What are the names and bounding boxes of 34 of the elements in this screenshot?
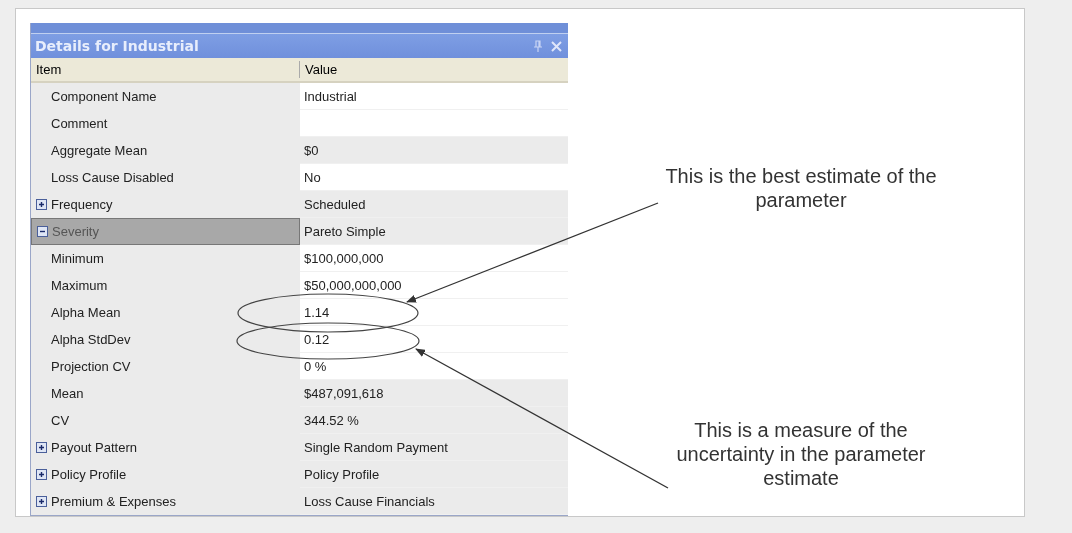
property-name[interactable]: Alpha StdDev [31, 326, 300, 353]
annotation-text: This is a measure of the uncertainty in the parameter estimate [675, 418, 927, 490]
property-name[interactable]: Alpha Mean [31, 299, 300, 326]
property-name[interactable]: Payout Pattern [31, 434, 300, 461]
property-value[interactable]: Single Random Payment [300, 434, 568, 461]
property-value[interactable]: 344.52 % [300, 407, 568, 434]
property-name[interactable]: Premium & Expenses [31, 488, 300, 515]
property-value[interactable]: Loss Cause Financials [300, 488, 568, 515]
property-value[interactable]: Scheduled [300, 191, 568, 218]
property-value[interactable]: $487,091,618 [300, 380, 568, 407]
property-name[interactable]: Component Name [31, 83, 300, 110]
property-name[interactable]: Loss Cause Disabled [31, 164, 300, 191]
panel-title: Details for Industrial [35, 38, 200, 54]
expand-icon[interactable] [35, 469, 47, 480]
expand-icon[interactable] [35, 199, 47, 210]
property-name[interactable]: Policy Profile [31, 461, 300, 488]
property-name[interactable]: Maximum [31, 272, 300, 299]
property-value[interactable]: $0 [300, 137, 568, 164]
annotation-text: This is the best estimate of the parameter [664, 164, 938, 212]
collapse-icon[interactable] [36, 226, 48, 237]
property-name[interactable]: Minimum [31, 245, 300, 272]
property-name[interactable]: Projection CV [31, 353, 300, 380]
property-value[interactable]: Policy Profile [300, 461, 568, 488]
expand-icon[interactable] [35, 496, 47, 507]
property-name[interactable]: Mean [31, 380, 300, 407]
property-name[interactable]: Frequency [31, 191, 300, 218]
property-name[interactable]: Aggregate Mean [31, 137, 300, 164]
property-name[interactable]: Comment [31, 110, 300, 137]
column-header[interactable]: Value [300, 58, 568, 81]
property-value[interactable]: Pareto Simple [300, 218, 568, 245]
expand-icon[interactable] [35, 442, 47, 453]
property-name[interactable]: CV [31, 407, 300, 434]
drag-handle[interactable] [31, 23, 568, 34]
column-header[interactable]: Item [31, 61, 300, 78]
